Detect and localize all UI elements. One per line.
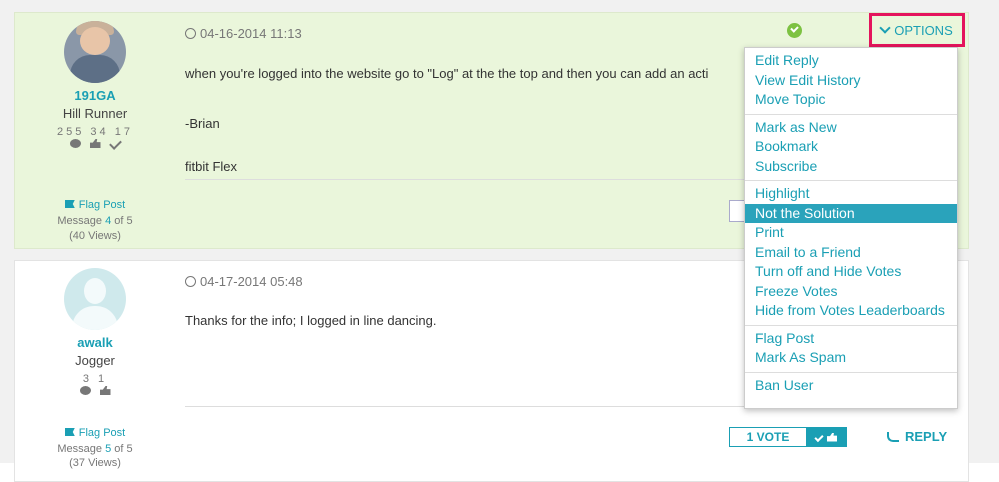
vote-button[interactable] (806, 428, 846, 446)
post-body-line: when you're logged into the website go t… (185, 66, 709, 81)
menu-group: Flag Post Mark As Spam (745, 326, 957, 373)
forum-thread: 191GA Hill Runner 255 34 17 Flag Post Me… (0, 0, 999, 482)
posts-count: 255 (57, 126, 85, 138)
reply-arrow-icon (887, 431, 899, 442)
menu-item-turn-off-votes[interactable]: Turn off and Hide Votes (745, 262, 957, 282)
kudos-count: 1 (98, 373, 108, 385)
menu-item-mark-as-spam[interactable]: Mark As Spam (745, 348, 957, 368)
options-button[interactable]: OPTIONS (869, 13, 965, 47)
menu-item-move-topic[interactable]: Move Topic (745, 90, 957, 110)
flag-icon (64, 428, 75, 436)
reply-button[interactable]: REPLY (887, 429, 947, 444)
comment-icon (69, 139, 81, 148)
thumbs-up-icon (827, 432, 837, 442)
divider (185, 406, 745, 407)
author-panel: awalk Jogger 3 1 (15, 268, 175, 395)
menu-item-bookmark[interactable]: Bookmark (745, 137, 957, 157)
message-position: Message 5 of 5 (57, 443, 133, 455)
menu-group: Ban User (745, 373, 957, 400)
kudos-count: 34 (90, 126, 109, 138)
menu-item-not-the-solution[interactable]: Not the Solution (745, 203, 957, 223)
menu-item-view-edit-history[interactable]: View Edit History (745, 71, 957, 91)
clock-icon (185, 276, 196, 287)
view-count: (37 Views) (69, 457, 121, 469)
menu-item-mark-as-new[interactable]: Mark as New (745, 118, 957, 138)
post-date: 04-17-2014 05:48 (185, 274, 303, 289)
options-menu: Edit Reply View Edit History Move Topic … (744, 47, 958, 409)
avatar[interactable] (64, 21, 126, 83)
posts-count: 3 (82, 373, 92, 385)
author-stats: 3 1 (15, 373, 175, 385)
flag-icon (64, 200, 75, 208)
author-rank: Hill Runner (62, 106, 128, 121)
menu-item-highlight[interactable]: Highlight (745, 184, 957, 204)
author-stats: 255 34 17 (15, 126, 175, 138)
message-position: Message 4 of 5 (57, 215, 133, 227)
check-icon (108, 137, 122, 150)
menu-item-edit-reply[interactable]: Edit Reply (745, 51, 957, 71)
post-body-line: -Brian (185, 116, 220, 131)
avatar[interactable] (64, 268, 126, 330)
post-date: 04-16-2014 11:13 (185, 26, 302, 41)
menu-group: Edit Reply View Edit History Move Topic (745, 48, 957, 115)
comment-icon (79, 386, 91, 395)
menu-item-freeze-votes[interactable]: Freeze Votes (745, 282, 957, 302)
vote-count: 1 VOTE (730, 428, 806, 446)
menu-group: Mark as New Bookmark Subscribe (745, 115, 957, 181)
view-count: (40 Views) (69, 230, 121, 242)
menu-item-hide-from-leaderboards[interactable]: Hide from Votes Leaderboards (745, 301, 957, 321)
thumbs-up-icon (89, 139, 101, 148)
clock-icon (185, 28, 196, 39)
chevron-down-icon (879, 22, 891, 34)
author-rank: Jogger (75, 353, 115, 368)
menu-item-ban-user[interactable]: Ban User (745, 376, 957, 396)
thumbs-up-icon (99, 386, 111, 395)
flag-post-link[interactable]: Flag Post (15, 199, 175, 211)
author-name[interactable]: 191GA (15, 88, 175, 103)
accepted-solution-icon (787, 23, 802, 38)
menu-item-flag-post[interactable]: Flag Post (745, 329, 957, 349)
author-panel: 191GA Hill Runner 255 34 17 (15, 21, 175, 150)
menu-item-subscribe[interactable]: Subscribe (745, 157, 957, 177)
menu-group: Highlight Not the Solution Print Email t… (745, 181, 957, 326)
post-signature: fitbit Flex (185, 159, 238, 174)
vote-widget: 1 VOTE (729, 427, 847, 447)
check-icon (814, 432, 824, 442)
divider (185, 179, 745, 180)
menu-item-email-to-friend[interactable]: Email to a Friend (745, 243, 957, 263)
author-name[interactable]: awalk (15, 335, 175, 350)
post-body-line: Thanks for the info; I logged in line da… (185, 313, 437, 328)
flag-post-link[interactable]: Flag Post (15, 427, 175, 439)
solutions-count: 17 (114, 126, 133, 138)
menu-item-print[interactable]: Print (745, 223, 957, 243)
